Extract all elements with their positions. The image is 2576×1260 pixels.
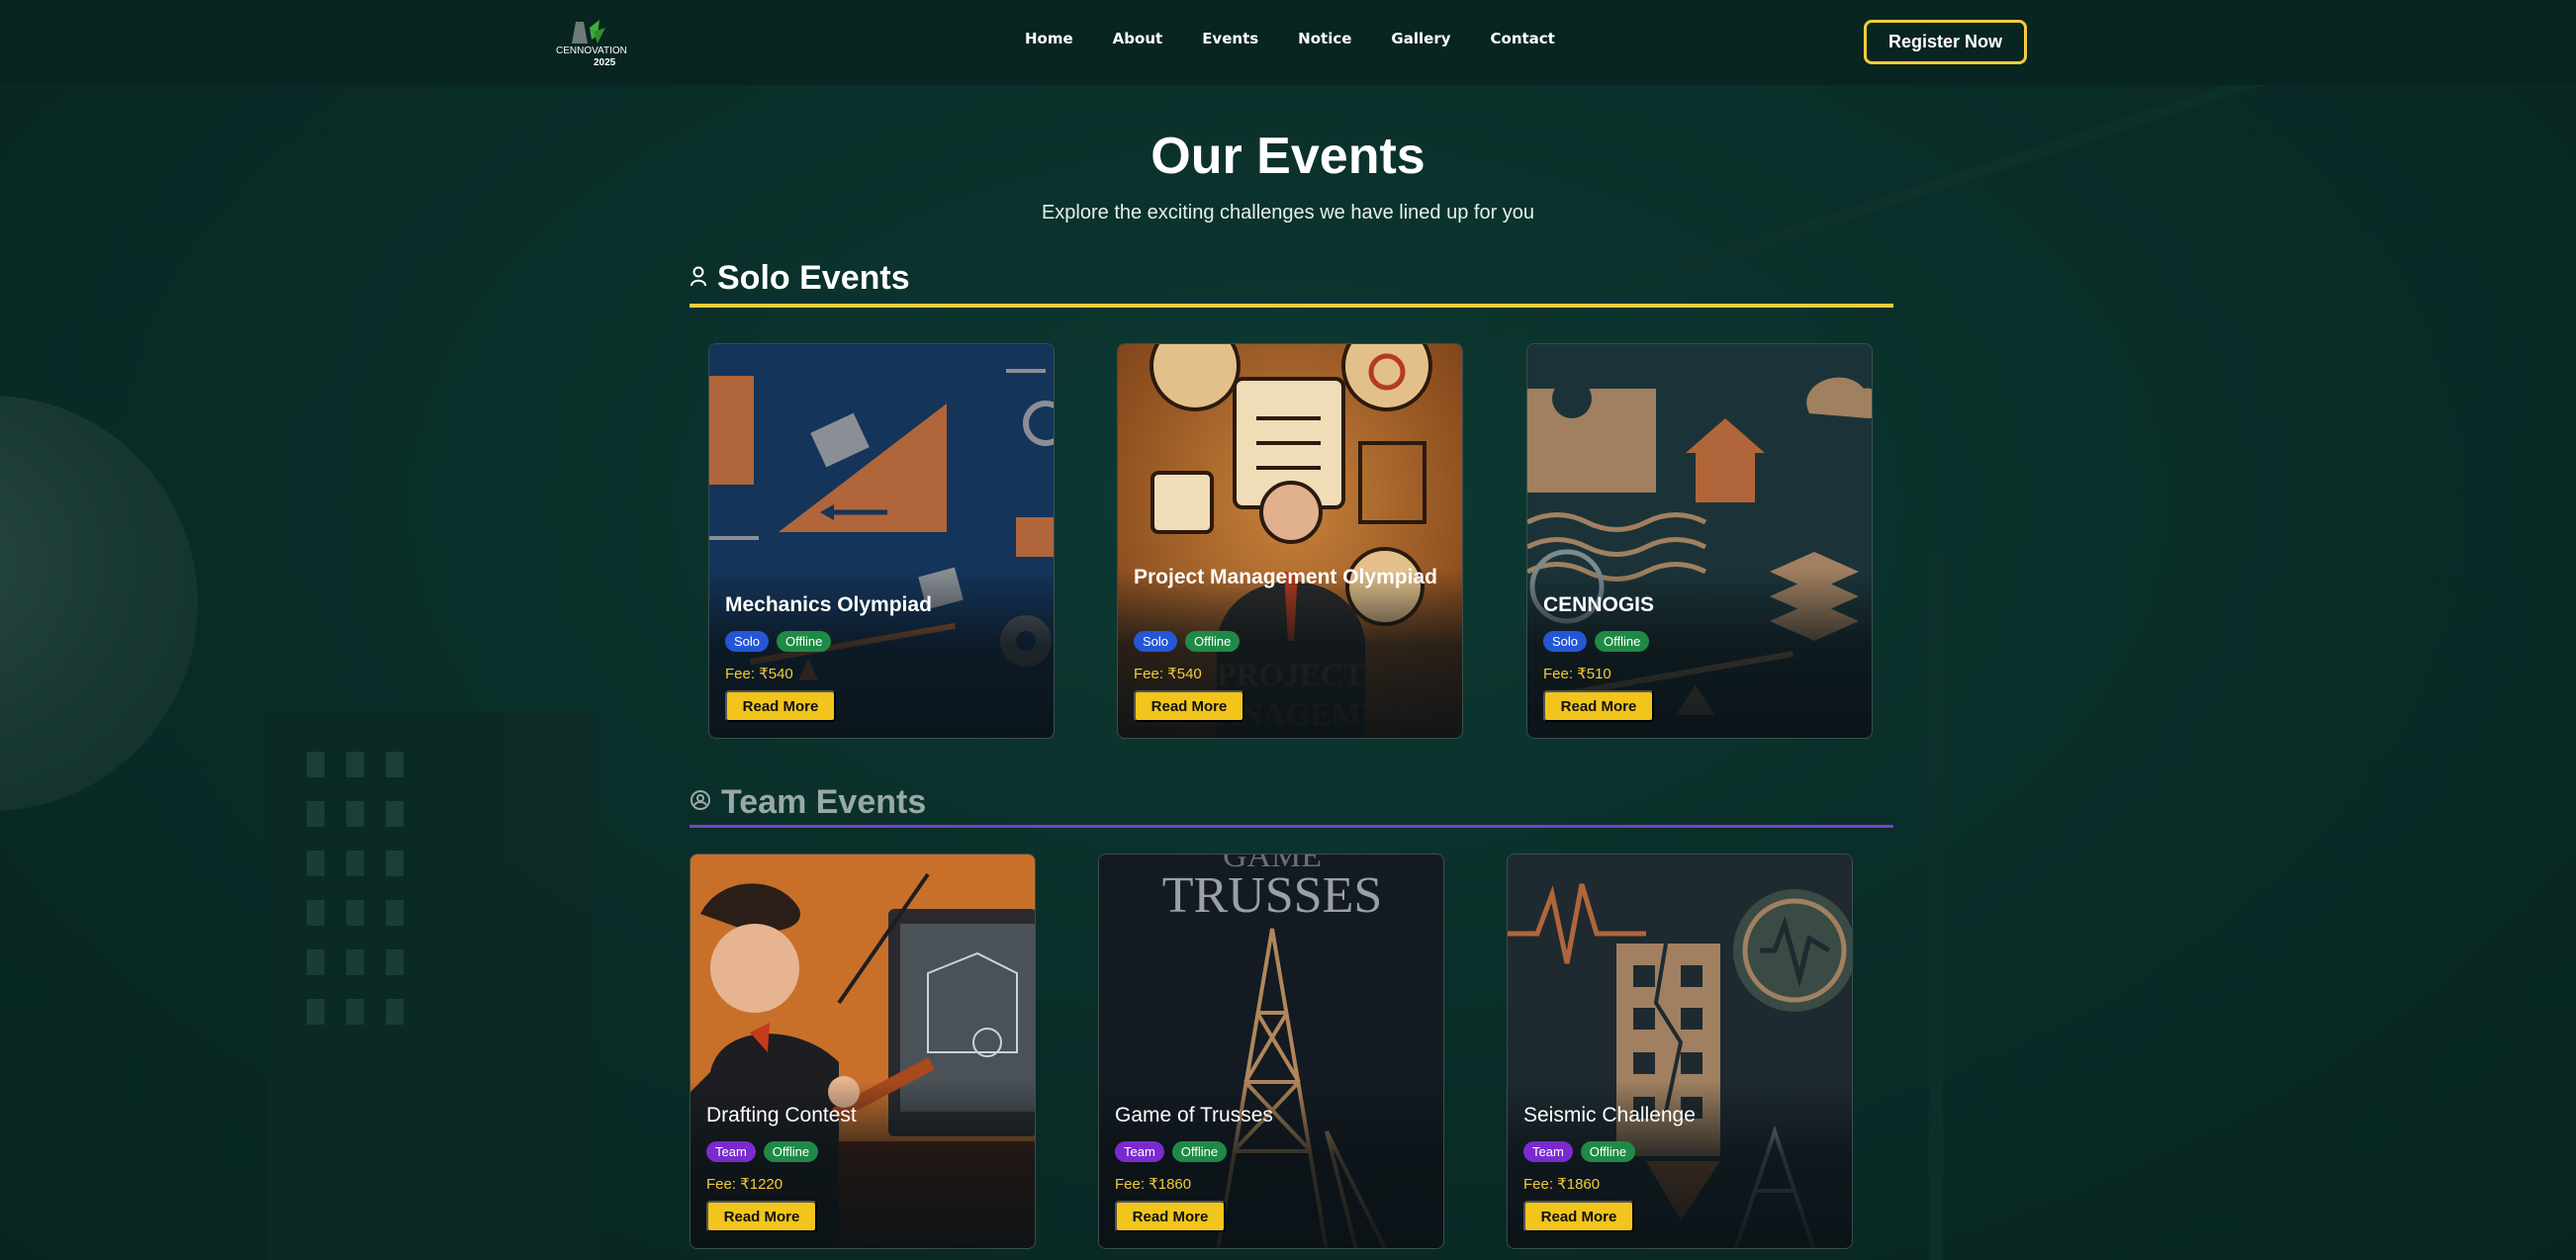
site-header: CENNOVATION 2025 Home About Events Notic… [0,0,2576,85]
event-card-project-management-olympiad[interactable]: PROJECT MANAGEMENT Project Management Ol… [1117,343,1463,739]
read-more-button[interactable]: Read More [1115,1201,1226,1232]
offline-badge: Offline [777,631,832,652]
event-card-drafting-contest[interactable]: Drafting Contest Team Offline Fee: ₹1220… [690,854,1036,1249]
event-fee: Fee: ₹540 [725,666,793,682]
event-card-cennogis[interactable]: CENNOGIS Solo Offline Fee: ₹510 Read Mor… [1526,343,1873,739]
svg-text:CENNOVATION: CENNOVATION [556,45,627,56]
site-logo[interactable]: CENNOVATION 2025 [554,18,627,69]
main-nav: Home About Events Notice Gallery Contact [1025,30,1555,47]
event-fee: Fee: ₹1860 [1115,1176,1192,1193]
person-icon [690,265,707,292]
building-silhouette [267,712,594,1260]
team-badge: Team [706,1141,756,1162]
offline-badge: Offline [1185,631,1241,652]
team-badge: Team [1523,1141,1573,1162]
read-more-button[interactable]: Read More [725,690,836,722]
event-fee: Fee: ₹540 [1134,666,1202,682]
team-events-heading: Team Events [690,783,1893,822]
offline-badge: Offline [763,1141,819,1162]
page-subtitle: Explore the exciting challenges we have … [1041,202,1535,224]
nav-about[interactable]: About [1113,30,1163,47]
nav-contact[interactable]: Contact [1491,30,1555,47]
nav-gallery[interactable]: Gallery [1391,30,1450,47]
team-section-divider [690,825,1893,828]
offline-badge: Offline [1595,631,1650,652]
read-more-button[interactable]: Read More [1543,690,1654,722]
solo-badge: Solo [725,631,770,652]
solo-badge: Solo [1543,631,1588,652]
event-card-game-of-trusses[interactable]: GAME TRUSSES Game of Trusses Team Offlin… [1098,854,1444,1249]
read-more-button[interactable]: Read More [1523,1201,1634,1232]
solo-events-heading: Solo Events [690,259,1893,298]
solo-badge: Solo [1134,631,1178,652]
event-name: Seismic Challenge [1523,1104,1696,1126]
event-fee: Fee: ₹1860 [1523,1176,1601,1193]
nav-events[interactable]: Events [1202,30,1258,47]
page-title: Our Events [1150,128,1426,185]
svg-text:2025: 2025 [594,57,616,68]
offline-badge: Offline [1171,1141,1228,1162]
event-name: Project Management Olympiad [1134,566,1437,588]
nav-notice[interactable]: Notice [1298,30,1351,47]
event-name: Mechanics Olympiad [725,593,932,616]
svg-text:TRUSSES: TRUSSES [1162,867,1383,924]
solo-events-title: Solo Events [717,259,910,297]
event-card-mechanics-olympiad[interactable]: Mechanics Olympiad Solo Offline Fee: ₹54… [708,343,1055,739]
event-card-seismic-challenge[interactable]: Seismic Challenge Team Offline Fee: ₹186… [1507,854,1853,1249]
event-fee: Fee: ₹510 [1543,666,1611,682]
read-more-button[interactable]: Read More [706,1201,817,1232]
offline-badge: Offline [1580,1141,1636,1162]
read-more-button[interactable]: Read More [1134,690,1244,722]
solo-section-divider [690,304,1893,308]
team-badge: Team [1115,1141,1164,1162]
event-name: Drafting Contest [706,1104,857,1126]
nav-home[interactable]: Home [1025,30,1073,47]
crane-tower-silhouette [1929,554,1943,1260]
event-fee: Fee: ₹1220 [706,1176,783,1193]
team-icon [690,789,711,816]
event-name: Game of Trusses [1115,1104,1273,1126]
team-events-title: Team Events [721,783,927,821]
event-name: CENNOGIS [1543,593,1655,616]
register-now-button[interactable]: Register Now [1864,20,2027,64]
moon-image [0,396,198,811]
